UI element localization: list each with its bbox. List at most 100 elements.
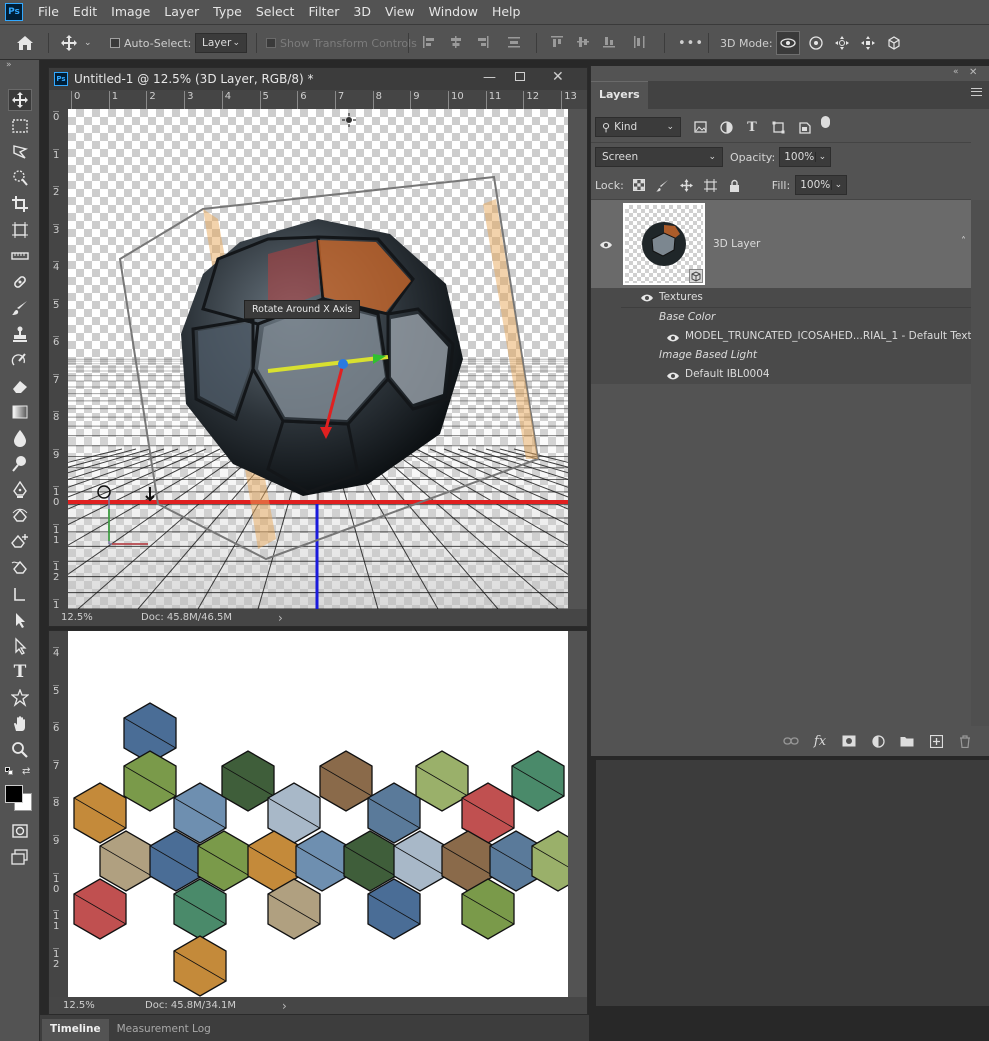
stamp-tool-icon[interactable]: [8, 323, 32, 345]
lock-artboard-icon[interactable]: [702, 176, 720, 194]
distribute-icon[interactable]: [507, 35, 521, 52]
add-mask-icon[interactable]: [840, 732, 858, 750]
status-arrow-icon-2[interactable]: ›: [282, 999, 287, 1013]
auto-select-dropdown[interactable]: Layer ⌄: [195, 33, 247, 53]
screen-mode-icon[interactable]: [8, 846, 32, 868]
new-layer-icon[interactable]: [927, 732, 945, 750]
foreground-color-swatch[interactable]: [5, 785, 23, 803]
pen-tool-icon[interactable]: [8, 479, 32, 501]
new-adjustment-icon[interactable]: [869, 732, 887, 750]
history-brush-tool-icon[interactable]: [8, 349, 32, 371]
delete-layer-icon[interactable]: [956, 732, 974, 750]
auto-select-checkbox[interactable]: [110, 38, 120, 48]
ibl-texture-row[interactable]: Default IBL0004: [591, 365, 971, 384]
3d-canvas[interactable]: Rotate Around X Axis: [68, 109, 568, 609]
menu-select[interactable]: Select: [249, 0, 302, 24]
align-center-icon[interactable]: [449, 35, 463, 52]
ibl-eye-icon[interactable]: [667, 371, 679, 383]
show-transform-checkbox[interactable]: [266, 38, 276, 48]
dodge-tool-icon[interactable]: [8, 453, 32, 475]
frame-tool-icon[interactable]: [8, 219, 32, 241]
filter-pixel-icon[interactable]: [691, 118, 709, 136]
tab-timeline[interactable]: Timeline: [42, 1019, 109, 1041]
freeform-pen-tool-icon[interactable]: [8, 557, 32, 579]
chevron-down-icon[interactable]: ⌄: [84, 38, 92, 48]
filter-kind-dropdown[interactable]: ⚲ Kind ⌄: [595, 117, 681, 137]
marquee-tool-icon[interactable]: [8, 115, 32, 137]
menu-filter[interactable]: Filter: [301, 0, 346, 24]
hand-tool-icon[interactable]: [8, 713, 32, 735]
quick-mask-icon[interactable]: [8, 820, 32, 842]
menu-view[interactable]: View: [378, 0, 422, 24]
base-color-row[interactable]: Base Color: [591, 308, 971, 327]
ibl-row[interactable]: Image Based Light: [591, 346, 971, 365]
lock-position-icon[interactable]: [678, 176, 696, 194]
align-middle-icon[interactable]: [576, 35, 590, 52]
default-colors-icon[interactable]: [5, 767, 13, 775]
close-panel-icon[interactable]: ✕: [969, 67, 977, 78]
layer-row-3d[interactable]: 3D Layer ˄: [591, 200, 971, 288]
link-layers-icon[interactable]: [782, 732, 800, 750]
collapse-panel-icon[interactable]: «: [953, 67, 959, 77]
vertical-ruler-2[interactable]: 4 5 6 7 8 9 1 0 1 1 1 2: [49, 631, 68, 997]
orbit-3d-icon[interactable]: [776, 31, 800, 55]
new-group-icon[interactable]: [898, 732, 916, 750]
photoshop-logo[interactable]: Ps: [5, 3, 23, 21]
fill-field[interactable]: 100% ⌄: [795, 175, 848, 195]
add-anchor-tool-icon[interactable]: [8, 531, 32, 553]
light-sun-icon[interactable]: [346, 117, 352, 123]
menu-image[interactable]: Image: [104, 0, 157, 24]
texture-row[interactable]: MODEL_TRUNCATED_ICOSAHED...RIAL_1 - Defa…: [591, 327, 989, 346]
crop-tool-icon[interactable]: [8, 193, 32, 215]
texture-canvas[interactable]: [68, 631, 568, 997]
blur-tool-icon[interactable]: [8, 427, 32, 449]
zoom-tool-icon[interactable]: [8, 739, 32, 761]
textures-row[interactable]: Textures: [591, 288, 971, 307]
chevron-down-icon[interactable]: ⌄: [814, 152, 826, 162]
texture-eye-icon[interactable]: [667, 333, 679, 345]
document-title[interactable]: Untitled-1 @ 12.5% (3D Layer, RGB/8) *: [74, 72, 314, 86]
align-right-icon[interactable]: [476, 35, 490, 52]
swap-colors-icon[interactable]: ⇄: [22, 766, 30, 777]
filter-type-icon[interactable]: T: [743, 118, 761, 136]
ruler-tool-icon[interactable]: [8, 245, 32, 267]
menu-layer[interactable]: Layer: [157, 0, 206, 24]
expand-panel-icon[interactable]: »: [6, 60, 12, 70]
filter-smart-object-icon[interactable]: [795, 118, 813, 136]
layers-scrollbar[interactable]: [971, 200, 989, 726]
zoom-level-2[interactable]: 12.5%: [63, 1000, 145, 1011]
lock-pixels-icon[interactable]: [654, 176, 672, 194]
zoom-level[interactable]: 12.5%: [61, 612, 141, 623]
custom-shape-tool-icon[interactable]: [8, 687, 32, 709]
move-tool-icon[interactable]: [8, 89, 32, 111]
menu-edit[interactable]: Edit: [66, 0, 104, 24]
roll-3d-icon[interactable]: [806, 35, 826, 51]
menu-3d[interactable]: 3D: [346, 0, 378, 24]
align-left-icon[interactable]: [422, 35, 436, 52]
menu-type[interactable]: Type: [206, 0, 249, 24]
minimize-icon[interactable]: —: [483, 70, 496, 85]
type-tool-icon[interactable]: T: [8, 661, 32, 683]
panel-menu-icon[interactable]: [971, 87, 982, 98]
menu-window[interactable]: Window: [422, 0, 485, 24]
filter-shape-icon[interactable]: [769, 118, 787, 136]
tab-layers[interactable]: Layers: [591, 81, 648, 109]
lock-all-icon[interactable]: [726, 176, 744, 194]
menu-file[interactable]: File: [31, 0, 66, 24]
slide-3d-icon[interactable]: [858, 35, 878, 51]
brush-tool-icon[interactable]: [8, 297, 32, 319]
home-icon[interactable]: [16, 25, 34, 61]
chevron-down-icon[interactable]: ⌄: [830, 180, 842, 190]
move-tool-preset-icon[interactable]: ⌄: [60, 25, 92, 61]
filter-toggle-icon[interactable]: [821, 116, 830, 128]
opacity-field[interactable]: 100% ⌄: [779, 147, 832, 167]
blend-mode-dropdown[interactable]: Screen ⌄: [595, 147, 723, 167]
pan-3d-icon[interactable]: [832, 35, 852, 51]
eraser-tool-icon[interactable]: [8, 375, 32, 397]
scale-3d-icon[interactable]: [884, 35, 904, 51]
distribute-v-icon[interactable]: [632, 35, 646, 52]
align-top-icon[interactable]: [550, 35, 564, 52]
horizontal-ruler[interactable]: 0 1 2 3 4 5 6 7 8 9 10 11 12 13: [49, 90, 587, 109]
gizmo-center[interactable]: [338, 359, 348, 369]
healing-brush-tool-icon[interactable]: [8, 271, 32, 293]
